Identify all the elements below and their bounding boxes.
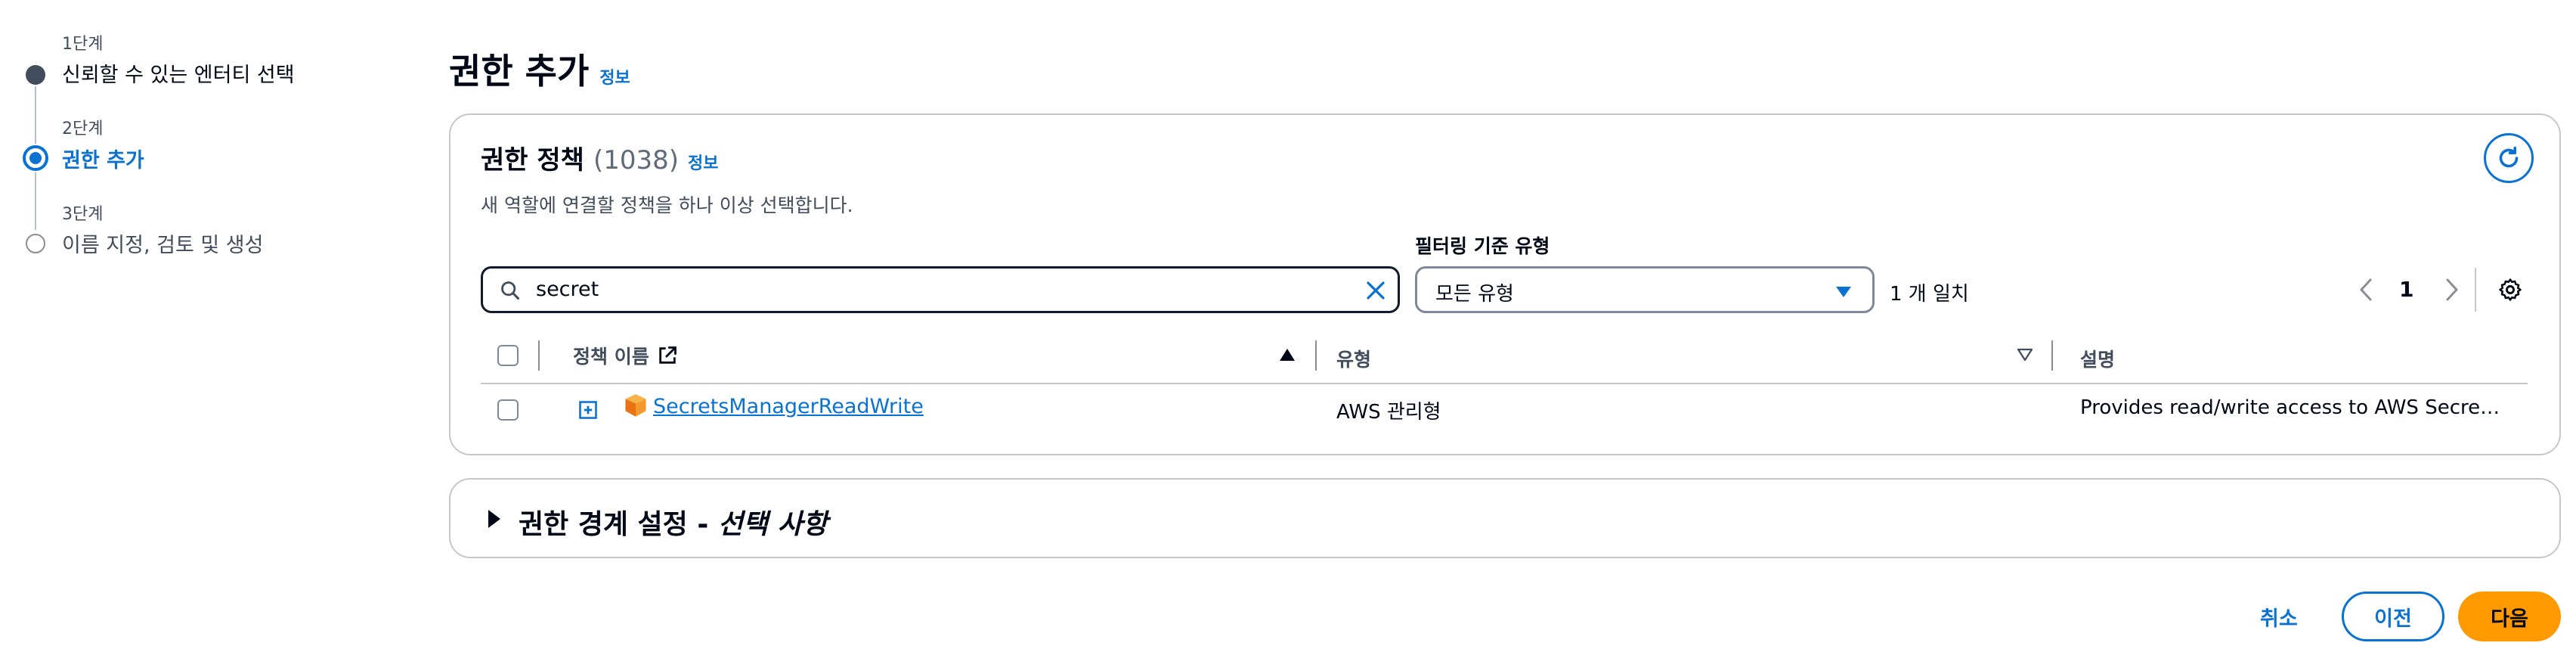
permission-policies-panel: 권한 정책 (1038) 정보 새 역할에 연결할 정책을 하나 이상 선택합니… xyxy=(449,113,2561,455)
previous-button[interactable]: 이전 xyxy=(2342,592,2444,641)
step-2-label[interactable]: 권한 추가 xyxy=(62,144,144,173)
step-3-label: 이름 지정, 검토 및 생성 xyxy=(62,234,264,257)
row-checkbox[interactable] xyxy=(497,399,519,421)
filter-type-select[interactable]: 모든 유형 xyxy=(1415,266,1875,313)
policy-description: Provides read/write access to AWS Secre… xyxy=(2080,396,2500,419)
caret-right-icon xyxy=(488,510,500,528)
previous-page-icon[interactable] xyxy=(2358,277,2375,303)
filter-type-label: 필터링 기준 유형 xyxy=(1415,235,1550,257)
boundary-optional-text: 선택 사항 xyxy=(717,509,828,540)
next-button[interactable]: 다음 xyxy=(2458,592,2561,641)
column-header-name[interactable]: 정책 이름 xyxy=(573,342,678,369)
policy-name-link[interactable]: SecretsManagerReadWrite xyxy=(653,395,924,418)
step-2-indicator xyxy=(23,145,48,171)
step-connector xyxy=(35,172,36,230)
page-title: 권한 추가 xyxy=(449,51,590,92)
select-all-checkbox[interactable] xyxy=(497,345,519,366)
refresh-icon xyxy=(2499,146,2519,168)
column-divider xyxy=(1315,340,1317,371)
panel-title: 권한 정책 xyxy=(481,145,584,175)
column-header-type[interactable]: 유형 xyxy=(1336,345,1371,372)
step-3-indicator xyxy=(26,234,45,253)
cancel-button[interactable]: 취소 xyxy=(2260,602,2298,632)
permission-boundary-section[interactable]: 권한 경계 설정 - 선택 사항 xyxy=(449,478,2561,558)
match-count: 1 개 일치 xyxy=(1890,283,1969,306)
step-1-label[interactable]: 신뢰할 수 있는 엔터티 선택 xyxy=(62,58,295,88)
policy-search-input[interactable]: secret xyxy=(481,266,1400,313)
page-header: 권한 추가 정보 xyxy=(449,44,630,92)
search-value: secret xyxy=(536,278,599,301)
wizard-steps: 1단계 신뢰할 수 있는 엔터티 선택 2단계 권한 추가 3단계 이름 지정,… xyxy=(0,0,363,272)
clear-search-icon[interactable] xyxy=(1364,279,1387,302)
step-1-indicator xyxy=(26,65,45,85)
table-row: SecretsManagerReadWrite AWS 관리형 Provides… xyxy=(481,384,2528,434)
sort-ascending-icon[interactable] xyxy=(1279,348,1296,362)
previous-button-label: 이전 xyxy=(2374,607,2412,631)
step-2-number: 2단계 xyxy=(62,120,104,138)
next-page-icon[interactable] xyxy=(2443,277,2460,303)
policy-table: 정책 이름 유형 설명 SecretsManagerReadWrite AWS … xyxy=(481,328,2528,434)
pager-divider xyxy=(2475,268,2476,312)
step-1-number: 1단계 xyxy=(62,35,104,54)
search-icon xyxy=(501,281,520,300)
aws-managed-cube-icon xyxy=(625,394,646,417)
current-page[interactable]: 1 xyxy=(2399,277,2413,302)
panel-description: 새 역할에 연결할 정책을 하나 이상 선택합니다. xyxy=(481,194,853,216)
page-info-link[interactable]: 정보 xyxy=(599,64,630,88)
sort-descending-icon[interactable] xyxy=(2017,348,2033,362)
panel-info-link[interactable]: 정보 xyxy=(688,150,718,174)
policy-type: AWS 관리형 xyxy=(1336,401,1441,424)
column-header-description[interactable]: 설명 xyxy=(2080,345,2115,372)
column-name-label: 정책 이름 xyxy=(573,346,649,368)
boundary-title: 권한 경계 설정 - 선택 사항 xyxy=(519,502,828,542)
refresh-button[interactable] xyxy=(2484,133,2534,183)
step-3-number: 3단계 xyxy=(62,205,104,224)
boundary-title-text: 권한 경계 설정 - xyxy=(519,509,718,540)
next-button-label: 다음 xyxy=(2491,607,2528,631)
column-divider xyxy=(538,340,540,371)
caret-down-icon xyxy=(1836,287,1851,297)
step-connector xyxy=(35,86,36,144)
expand-row-icon[interactable] xyxy=(577,399,599,421)
filter-selected-value: 모든 유형 xyxy=(1435,283,1514,306)
settings-gear-icon[interactable] xyxy=(2497,277,2523,303)
external-link-icon xyxy=(658,346,677,364)
column-divider xyxy=(2051,340,2053,371)
panel-header: 권한 정책 (1038) 정보 xyxy=(481,139,719,176)
policy-count: (1038) xyxy=(593,145,680,175)
